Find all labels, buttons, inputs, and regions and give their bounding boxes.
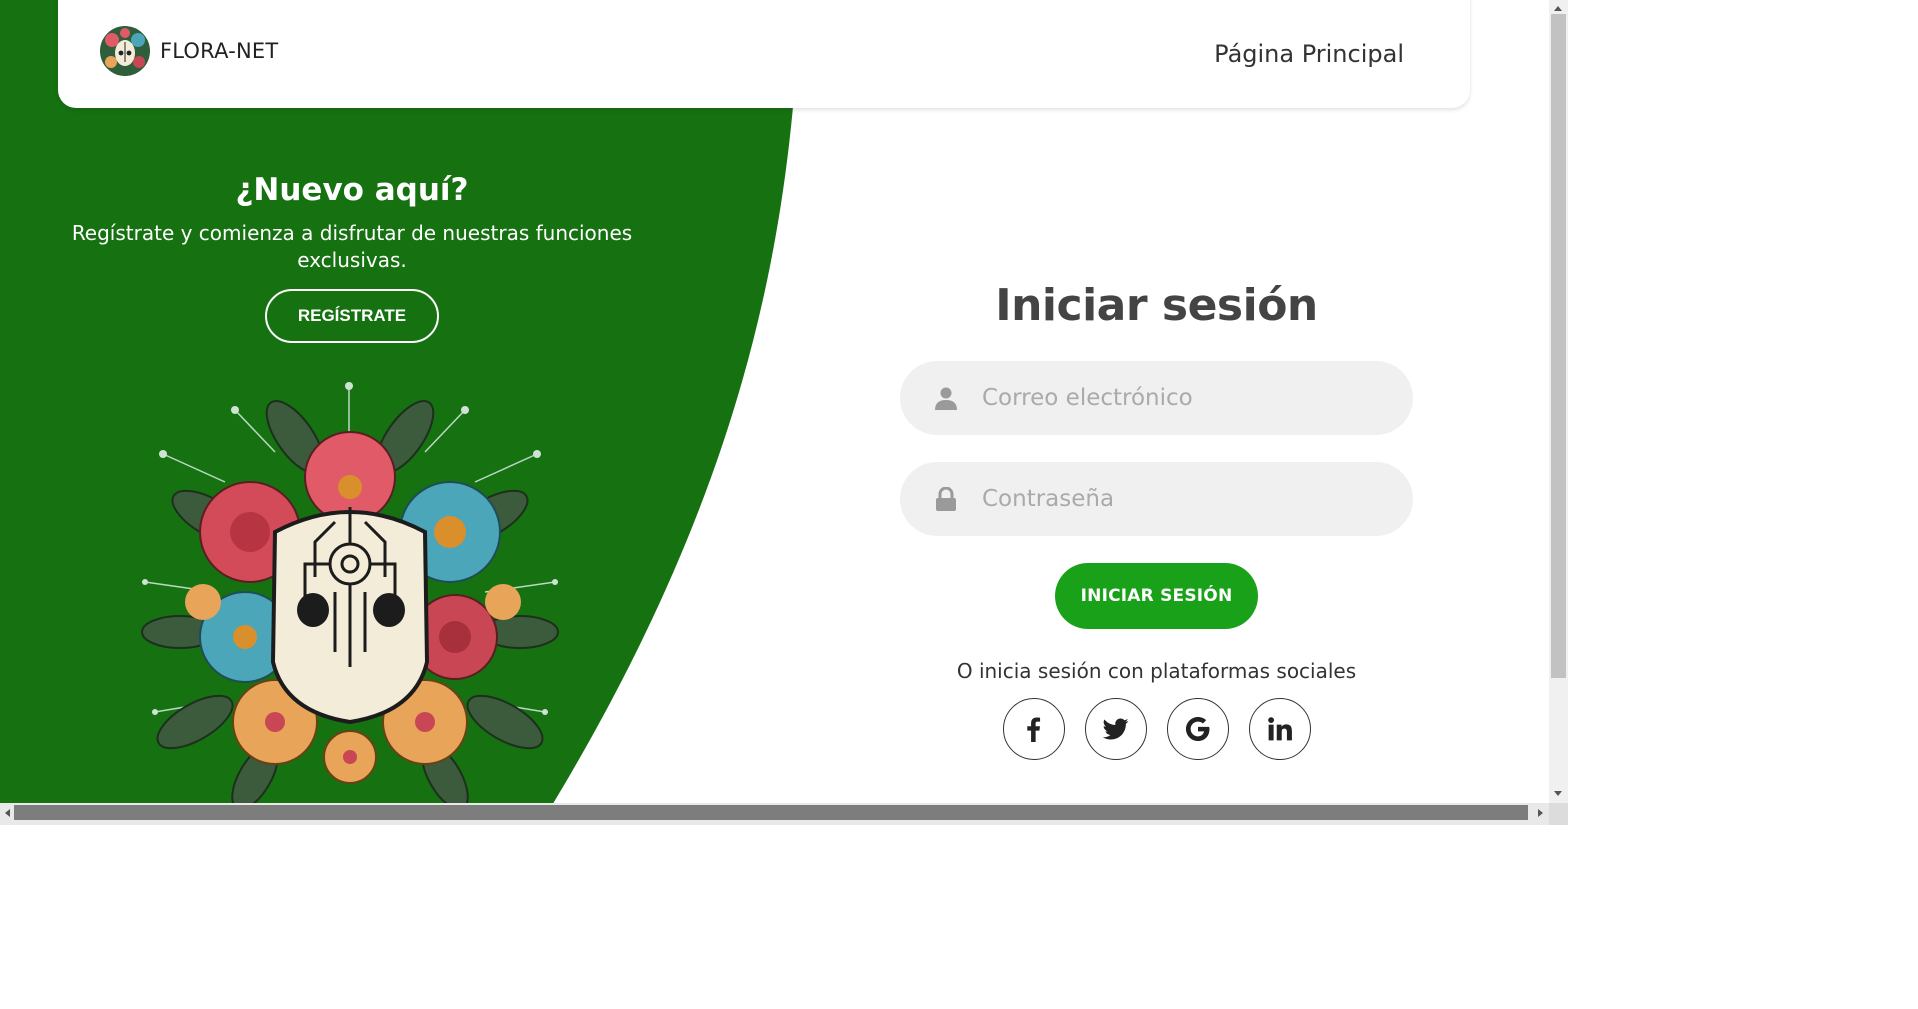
signup-subtitle: Regístrate y comienza a disfrutar de nue… bbox=[71, 221, 633, 272]
vertical-scrollbar[interactable] bbox=[1549, 0, 1568, 803]
social-login-text: O inicia sesión con plataformas sociales bbox=[956, 659, 1357, 683]
scroll-right-arrow-icon[interactable] bbox=[1538, 809, 1543, 817]
google-icon bbox=[1185, 716, 1209, 742]
scroll-left-arrow-icon[interactable] bbox=[5, 809, 10, 817]
login-title: Iniciar sesión bbox=[995, 280, 1318, 331]
facebook-button[interactable] bbox=[1002, 698, 1065, 760]
login-button[interactable]: INICIAR SESIÓN bbox=[1055, 563, 1258, 629]
scroll-up-arrow-icon[interactable] bbox=[1554, 6, 1562, 11]
linkedin-button[interactable] bbox=[1248, 698, 1311, 760]
linkedin-icon bbox=[1267, 717, 1292, 741]
nav-link-home[interactable]: Página Principal bbox=[1214, 40, 1404, 68]
signup-title: ¿Nuevo aquí? bbox=[235, 172, 469, 208]
horizontal-scroll-thumb[interactable] bbox=[14, 805, 1528, 820]
scroll-down-arrow-icon[interactable] bbox=[1554, 791, 1562, 796]
facebook-icon bbox=[1026, 717, 1040, 742]
flora-robot-illustration bbox=[141, 382, 559, 805]
twitter-button[interactable] bbox=[1084, 698, 1147, 760]
signup-panel: ¿Nuevo aquí? Regístrate y comienza a dis… bbox=[60, 172, 644, 343]
user-icon bbox=[935, 387, 957, 410]
login-page: FLORA-NET Página Principal ¿Nuevo aquí? … bbox=[0, 0, 1568, 825]
vertical-scroll-thumb[interactable] bbox=[1551, 14, 1566, 678]
scrollbar-corner bbox=[1549, 803, 1568, 825]
login-form: Iniciar sesión INICIAR SESIÓN O inicia s… bbox=[900, 280, 1413, 760]
google-button[interactable] bbox=[1166, 698, 1229, 760]
navbar: FLORA-NET Página Principal bbox=[58, 0, 1470, 108]
email-input[interactable] bbox=[982, 361, 1382, 435]
social-buttons bbox=[900, 698, 1413, 760]
horizontal-scrollbar[interactable] bbox=[0, 803, 1549, 825]
brand-logo-icon bbox=[100, 26, 150, 76]
password-field-wrapper bbox=[900, 462, 1413, 536]
brand-name: FLORA-NET bbox=[160, 39, 279, 63]
twitter-icon bbox=[1102, 718, 1128, 740]
email-field-wrapper bbox=[900, 361, 1413, 435]
password-input[interactable] bbox=[982, 462, 1382, 536]
brand[interactable]: FLORA-NET bbox=[98, 24, 278, 78]
register-button[interactable]: REGÍSTRATE bbox=[265, 289, 439, 343]
lock-icon bbox=[936, 487, 956, 511]
